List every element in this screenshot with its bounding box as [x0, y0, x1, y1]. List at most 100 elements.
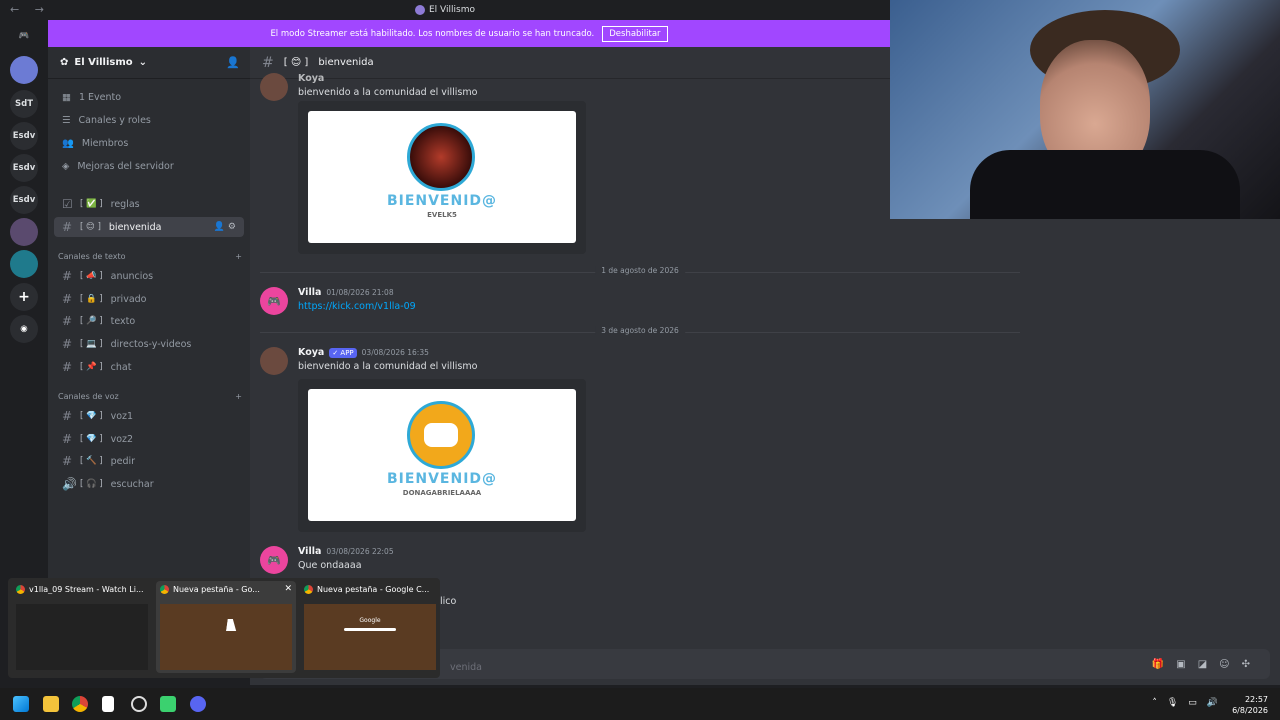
preview-title: v1lla_09 Stream - Watch Li... — [16, 585, 148, 594]
channel-privado[interactable]: # [ 🔒 ] privado — [54, 289, 244, 309]
server-icon-esdv-2[interactable]: Esdv — [10, 154, 38, 182]
preview-window-3[interactable]: Nueva pestaña - Google C... Google — [300, 581, 440, 673]
gear-icon[interactable]: 👤 ⚙ — [214, 222, 236, 232]
avatar[interactable]: 🎮 — [260, 546, 288, 574]
welcome-card[interactable]: BIENVENID@ EVELK5 — [308, 111, 576, 243]
sidebar-item-members[interactable]: 👥 Miembros — [54, 133, 244, 153]
chevron-up-icon[interactable]: ˄ — [1152, 698, 1157, 708]
microphone-icon[interactable]: 🎙 — [1167, 698, 1178, 708]
category-text[interactable]: Canales de texto + — [58, 252, 242, 261]
chrome-icon[interactable] — [72, 696, 88, 712]
sticker-icon[interactable]: ◪ — [1198, 659, 1207, 670]
sidebar-item-events[interactable]: ▦ 1 Evento — [54, 87, 244, 107]
window-title: El Villismo — [415, 5, 475, 15]
author-name[interactable]: Koya — [298, 73, 324, 84]
sidebar-item-label: Miembros — [81, 137, 129, 149]
channel-label: texto — [110, 315, 136, 327]
server-icon-esdv-1[interactable]: Esdv — [10, 122, 38, 150]
channel-directos-y-videos[interactable]: # [ 💻 ] directos-y-videos — [54, 334, 244, 354]
obs-icon[interactable] — [131, 696, 147, 712]
boost-icon: ◈ — [62, 160, 70, 172]
channel-bienvenida[interactable]: # [ 😊 ] bienvenida 👤 ⚙ — [54, 217, 244, 237]
sidebar-item-label: Mejoras del servidor — [77, 160, 174, 172]
server-icon-1[interactable] — [10, 56, 38, 84]
list-icon: ☰ — [62, 114, 71, 126]
preview-thumbnail — [160, 604, 292, 670]
channel-header-name: bienvenida — [318, 57, 374, 68]
hash-icon: # — [62, 220, 73, 234]
channel-emoji: [ 🎧 ] — [80, 479, 103, 489]
apps-icon[interactable]: ✣ — [1242, 659, 1250, 670]
chrome-icon — [16, 585, 25, 594]
server-header[interactable]: ✿ El Villismo ⌄ 👤 — [48, 47, 250, 79]
chrome-icon — [160, 585, 169, 594]
sidebar-item-boosts[interactable]: ◈ Mejoras del servidor — [54, 156, 244, 176]
server-icon-villismo[interactable] — [10, 218, 38, 246]
channel-pedir[interactable]: # [ 🔨 ] pedir — [54, 451, 244, 471]
channel-voz2[interactable]: # [ 💎 ] voz2 — [54, 429, 244, 449]
server-icon-diamond[interactable] — [10, 250, 38, 278]
explore-servers-icon[interactable]: ◉ — [10, 315, 38, 343]
channel-emoji: [ 💻 ] — [80, 339, 103, 349]
gift-icon[interactable]: 🎁 — [1152, 659, 1164, 670]
channel-escuchar[interactable]: 🔊[ 🎧 ] escuchar — [54, 474, 244, 494]
preview-title-text: v1lla_09 Stream - Watch Li... — [29, 585, 144, 594]
channel-label: voz1 — [110, 410, 134, 422]
channel-emoji: [ 🔎 ] — [80, 316, 103, 326]
file-explorer-icon[interactable] — [43, 696, 59, 712]
welcome-title: BIENVENID@ — [386, 193, 498, 209]
server-icon-sdt[interactable]: SdT — [10, 90, 38, 118]
welcome-card[interactable]: BIENVENID@ DONAGABRIELAAAA — [308, 389, 576, 521]
avatar[interactable] — [260, 73, 288, 101]
volume-icon[interactable]: 🔊 — [1207, 698, 1218, 708]
message-link[interactable]: https://kick.com/v1lla-09 — [298, 301, 416, 312]
add-channel-icon[interactable]: + — [235, 252, 242, 261]
server-icon-esdv-3[interactable]: Esdv — [10, 186, 38, 214]
chrome-icon — [304, 585, 313, 594]
discord-home-icon[interactable]: 🎮 — [10, 22, 38, 50]
preview-thumbnail: Google — [304, 604, 436, 670]
calendar-icon: ▦ — [62, 91, 71, 103]
author-name[interactable]: Koya — [298, 347, 324, 358]
preview-window-1[interactable]: v1lla_09 Stream - Watch Li... — [12, 581, 152, 673]
add-channel-icon[interactable]: + — [235, 392, 242, 401]
message-list[interactable]: Koya bienvenido a la comunidad el villis… — [250, 0, 1280, 645]
author-name[interactable]: Villa — [298, 546, 321, 557]
notepad-icon[interactable] — [102, 696, 114, 712]
close-icon[interactable]: ✕ — [284, 584, 292, 594]
avatar[interactable]: 🎮 — [260, 287, 288, 315]
sidebar-item-channels-roles[interactable]: ☰ Canales y roles — [54, 110, 244, 130]
channel-texto[interactable]: # [ 🔎 ] texto — [54, 311, 244, 331]
message-text-partial: lico — [440, 596, 457, 607]
preview-title-text: Nueva pestaña - Go... — [173, 585, 260, 594]
server-logo-icon — [415, 5, 425, 15]
timestamp: 03/08/2026 16:35 — [361, 348, 429, 357]
network-icon[interactable]: ▭ — [1188, 698, 1197, 708]
hash-icon: # — [62, 292, 73, 306]
author-name[interactable]: Villa — [298, 287, 321, 298]
channel-emoji: [ 📣 ] — [80, 271, 103, 281]
green-app-icon[interactable] — [160, 696, 176, 712]
disable-streamer-button[interactable]: Deshabilitar — [602, 25, 668, 42]
gif-icon[interactable]: ▣ — [1176, 659, 1185, 670]
mouse-cursor-icon — [226, 619, 238, 631]
category-voice[interactable]: Canales de voz + — [58, 392, 242, 401]
server-label: Esdv — [12, 131, 36, 141]
emoji-icon[interactable]: ☺ — [1219, 659, 1229, 670]
channel-emoji: [ ✅ ] — [80, 199, 103, 209]
discord-icon[interactable] — [190, 696, 206, 712]
clock[interactable]: 22:57 6/8/2026 — [1232, 694, 1268, 716]
channel-chat[interactable]: # [ 📌 ] chat — [54, 357, 244, 377]
channel-reglas[interactable]: ☑ [ ✅ ] reglas — [54, 194, 244, 214]
chevron-down-icon: ⌄ — [138, 57, 148, 68]
hash-icon: # — [62, 409, 73, 423]
add-server-icon[interactable]: + — [10, 283, 38, 311]
avatar[interactable] — [260, 347, 288, 375]
nav-arrows[interactable]: ← → — [10, 3, 50, 16]
invite-icon[interactable]: 👤 — [226, 56, 240, 69]
webcam-overlay — [890, 0, 1280, 219]
channel-label: chat — [110, 361, 132, 373]
channel-anuncios[interactable]: # [ 📣 ] anuncios — [54, 266, 244, 286]
channel-voz1[interactable]: # [ 💎 ] voz1 — [54, 406, 244, 426]
windows-start-icon[interactable] — [13, 696, 29, 712]
